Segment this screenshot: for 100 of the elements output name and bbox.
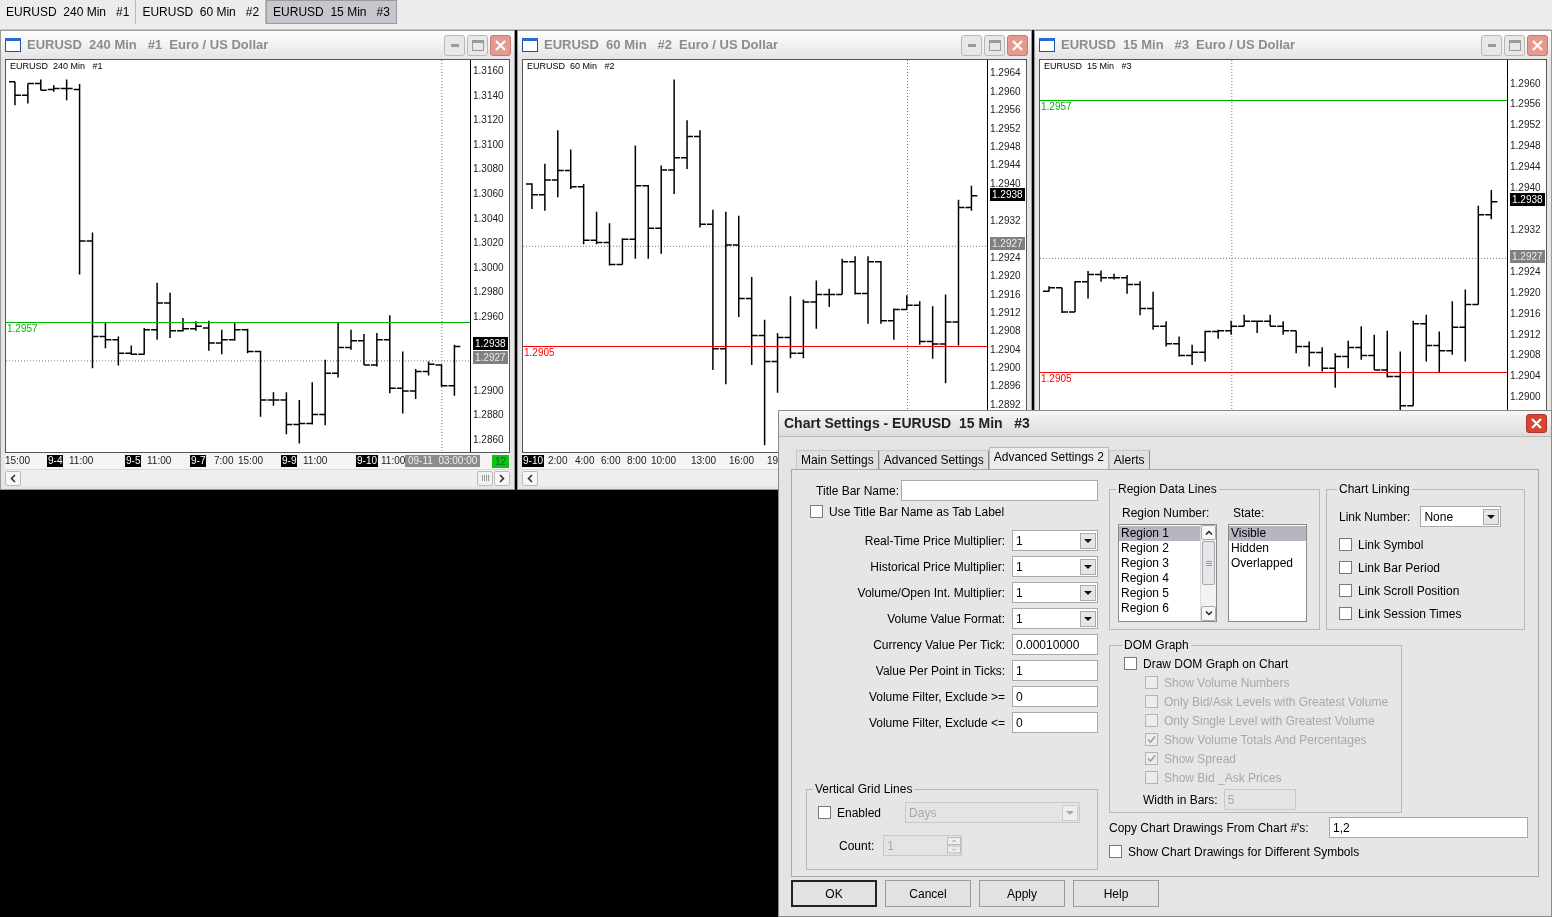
list-item[interactable]: Visible (1229, 526, 1306, 541)
input-field[interactable]: 1 (1012, 660, 1098, 681)
group-title: Chart Linking (1338, 481, 1411, 498)
dropdown[interactable]: 1 (1012, 582, 1098, 603)
close-button[interactable] (1526, 414, 1547, 433)
tab[interactable]: Advanced Settings (878, 450, 989, 469)
minimize-button[interactable] (961, 34, 982, 56)
maximize-button[interactable] (984, 34, 1005, 56)
checkbox[interactable] (818, 806, 831, 819)
checkbox-label: Only Single Level with Greatest Volume (1164, 712, 1375, 730)
date-marker: 9-10 (522, 455, 544, 467)
minimize-button[interactable] (1481, 34, 1502, 56)
spinner-arrows-icon (947, 837, 962, 854)
price-tick-label: 1.2956 (1510, 97, 1541, 110)
checkbox[interactable] (810, 505, 823, 518)
checkbox[interactable] (1339, 584, 1352, 597)
dropdown[interactable]: None (1420, 506, 1502, 527)
close-button[interactable] (1527, 34, 1548, 56)
minimize-icon (450, 43, 459, 47)
scroll-up-button[interactable] (1201, 525, 1216, 540)
close-button[interactable] (1007, 34, 1028, 56)
dialog-button[interactable]: Help (1073, 880, 1159, 907)
input-field[interactable]: 0 (1012, 712, 1098, 733)
window-title: EURUSD 60 Min #2 Euro / US Dollar (544, 36, 780, 55)
dialog-button[interactable]: Apply (979, 880, 1065, 907)
chevron-right-icon (499, 473, 505, 483)
price-tick-label: 1.2956 (990, 103, 1021, 116)
time-label: 8:00 (627, 455, 647, 467)
checkbox[interactable] (1109, 845, 1122, 858)
scroll-down-button[interactable] (1201, 606, 1216, 621)
maximize-button[interactable] (1504, 34, 1525, 56)
price-tick-label: 1.2900 (990, 361, 1021, 374)
list-label: State: (1233, 505, 1265, 522)
maximize-icon (988, 39, 1001, 51)
date-marker: 9-10 (356, 455, 378, 467)
dropdown[interactable]: 1 (1012, 608, 1098, 629)
check-icon (1147, 754, 1156, 763)
group-title: Vertical Grid Lines (814, 781, 914, 798)
checkbox-label: Link Session Times (1358, 605, 1462, 623)
minimize-button[interactable] (444, 34, 465, 56)
time-label: 11:00 (147, 455, 172, 467)
cursor-price-badge: 1.2927 (473, 351, 508, 364)
checkbox[interactable] (1124, 657, 1137, 670)
checkbox[interactable] (1339, 561, 1352, 574)
time-label: 11:00 (69, 455, 94, 467)
scroll-left-button[interactable] (5, 470, 21, 486)
maximize-button[interactable] (467, 34, 488, 56)
price-tick-label: 1.2912 (990, 306, 1021, 319)
scroll-right-button[interactable] (494, 470, 510, 486)
price-tick-label: 1.2916 (990, 288, 1021, 301)
tab[interactable]: Advanced Settings 2 (988, 447, 1109, 469)
price-tick-label: 1.2892 (990, 398, 1021, 411)
checkbox[interactable] (1339, 538, 1352, 551)
price-tick-label: 1.3040 (473, 212, 504, 225)
dropdown[interactable]: 1 (1012, 530, 1098, 551)
dropdown[interactable]: 1 (1012, 556, 1098, 577)
scroll-left-button[interactable] (522, 470, 538, 486)
check-icon (1147, 735, 1156, 744)
chart-tab[interactable]: EURUSD 15 Min #3 (266, 0, 397, 24)
dialog-title: Chart Settings - EURUSD 15 Min #3 (784, 414, 1030, 433)
date-marker: 9-4 (47, 455, 64, 467)
price-tick-label: 1.2900 (1510, 390, 1541, 403)
checkbox-label: Use Title Bar Name as Tab Label (829, 503, 1005, 521)
price-tick-label: 1.3080 (473, 162, 504, 175)
scroll-thumb[interactable] (1202, 541, 1215, 585)
checkbox-label: Show Volume Numbers (1164, 674, 1290, 692)
time-label: 15:00 (5, 455, 31, 467)
title-bar-name-field[interactable] (901, 480, 1098, 501)
price-tick-label: 1.3060 (473, 187, 504, 200)
cursor-price-badge: 1.2927 (990, 237, 1025, 250)
close-button[interactable] (490, 34, 511, 56)
field-label: Count: (839, 837, 875, 855)
tab[interactable]: Alerts (1108, 450, 1150, 469)
list-item[interactable]: Region 1 (1119, 526, 1200, 541)
checkbox-label: Link Symbol (1358, 536, 1424, 554)
window-title: EURUSD 15 Min #3 Euro / US Dollar (1061, 36, 1297, 55)
input-field[interactable]: 0 (1012, 686, 1098, 707)
input-field[interactable]: 0.00010000 (1012, 634, 1098, 655)
minimize-icon (967, 43, 976, 47)
maximize-icon (471, 39, 484, 51)
price-tick-label: 1.3000 (473, 261, 504, 274)
close-icon (1012, 39, 1023, 51)
checkbox-label: Link Scroll Position (1358, 582, 1460, 600)
field-label: Volume Filter, Exclude <= (868, 714, 1005, 732)
dialog-button[interactable]: OK (791, 880, 877, 907)
close-icon (495, 39, 506, 51)
input-field[interactable]: 1,2 (1329, 817, 1528, 838)
price-tick-label: 1.3160 (473, 64, 504, 77)
chart-tab[interactable]: EURUSD 240 Min #1 (0, 0, 137, 24)
time-label: 11:00 (303, 455, 328, 467)
dialog-button[interactable]: Cancel (885, 880, 971, 907)
checkbox[interactable] (1339, 607, 1352, 620)
horizontal-scrollbar[interactable] (5, 469, 510, 486)
time-label: 6:00 (601, 455, 621, 467)
vertical-scrollbar[interactable] (1200, 525, 1216, 621)
scroll-thumb[interactable] (477, 470, 493, 486)
price-tick-label: 1.2900 (473, 384, 504, 397)
tab[interactable]: Main Settings (796, 450, 879, 469)
price-tick-label: 1.2904 (1510, 369, 1541, 382)
price-tick-label: 1.2952 (990, 122, 1021, 135)
